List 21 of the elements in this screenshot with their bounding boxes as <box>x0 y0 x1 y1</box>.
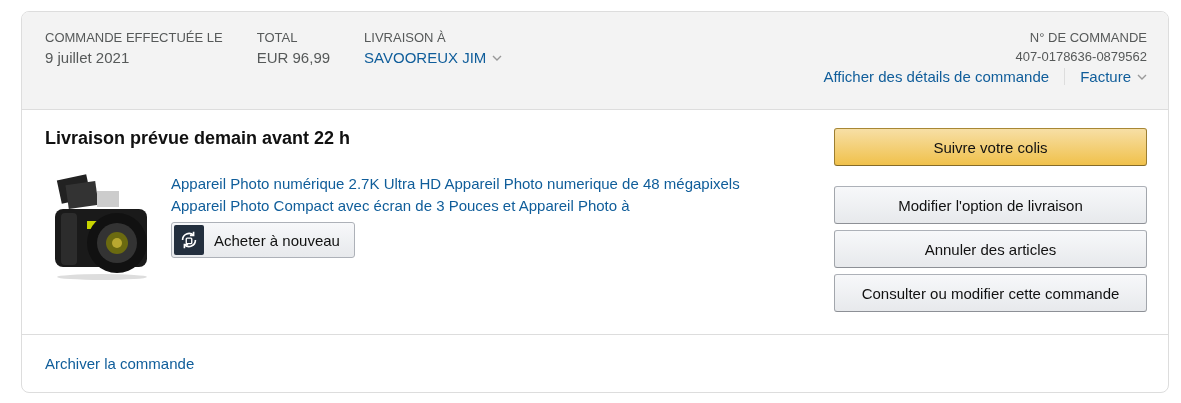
chevron-icon <box>1137 73 1147 80</box>
action-button[interactable]: Modifier l'option de livraison <box>834 186 1147 224</box>
delivery-status: Livraison prévue demain avant 22 h <box>45 128 352 149</box>
reorder-icon <box>174 225 204 255</box>
column-value: EUR 96,99 <box>256 49 331 66</box>
header-link[interactable]: Afficher des détails de commande <box>823 68 1050 85</box>
product-title-link[interactable]: Appareil Photo numérique 2.7K Ultra HD Appareil Photo numerique de 48 mégapixels Appareil Photo Compact avec écran de 3 Pouces et Appareil Photo à <box>171 173 751 217</box>
action-button[interactable]: Suivre votre colis <box>834 128 1147 166</box>
order-number: 407-0178636-0879562 <box>1015 49 1147 64</box>
header-link[interactable]: Facture <box>1080 68 1147 85</box>
chevron-icon <box>492 54 503 61</box>
buy-again-button[interactable]: Acheter à nouveau <box>171 222 355 258</box>
column-label: TOTAL <box>256 30 299 45</box>
column-label: LIVRAISON À <box>364 30 447 45</box>
action-button[interactable]: Annuler des articles <box>834 230 1147 268</box>
recipient-link[interactable]: SAVOOREUX JIM <box>364 49 503 66</box>
column-label: COMMANDE EFFECTUÉE LE <box>45 30 223 45</box>
order-number-label: N° DE COMMANDE <box>1029 30 1147 45</box>
column-value: 9 juillet 2021 <box>45 49 131 66</box>
action-button[interactable]: Consulter ou modifier cette commande <box>834 274 1147 312</box>
archive-link[interactable]: Archiver la commande <box>45 355 195 372</box>
